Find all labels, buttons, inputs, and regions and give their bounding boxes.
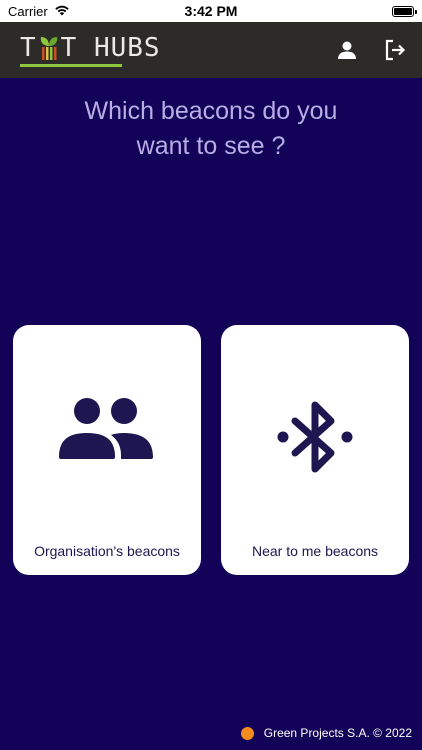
bluetooth-icon bbox=[221, 397, 409, 479]
profile-button[interactable] bbox=[334, 37, 360, 63]
page-title: Which beacons do you want to see ? bbox=[0, 94, 422, 164]
battery-icon bbox=[392, 5, 417, 17]
people-icon bbox=[13, 397, 201, 461]
near-me-beacons-label: Near to me beacons bbox=[251, 543, 379, 559]
status-dot-icon bbox=[240, 726, 254, 740]
logout-button[interactable] bbox=[382, 37, 408, 63]
status-bar: Carrier 3:42 PM bbox=[0, 0, 422, 22]
logo-text-start: T bbox=[20, 32, 37, 63]
carrier-label: Carrier bbox=[8, 3, 48, 19]
organisation-beacons-card[interactable]: Organisation's beacons bbox=[13, 325, 201, 575]
question-line-2: want to see ? bbox=[136, 132, 286, 160]
near-me-beacons-card[interactable]: Near to me beacons bbox=[221, 325, 409, 575]
logo-underline bbox=[20, 63, 122, 67]
copyright-text: Green Projects S.A. © 2022 bbox=[263, 726, 412, 740]
leaf-icon bbox=[38, 35, 60, 61]
app-header: T T HUBS bbox=[0, 22, 422, 78]
status-left: Carrier bbox=[8, 4, 70, 19]
header-actions bbox=[334, 37, 408, 63]
user-icon bbox=[338, 41, 356, 59]
logo-text-end: T HUBS bbox=[60, 32, 161, 63]
app-logo: T T HUBS bbox=[20, 34, 161, 67]
logout-icon bbox=[385, 39, 406, 61]
wifi-icon bbox=[54, 4, 70, 19]
question-line-1: Which beacons do you bbox=[84, 97, 338, 125]
footer: Green Projects S.A. © 2022 bbox=[240, 726, 412, 740]
organisation-beacons-label: Organisation's beacons bbox=[34, 543, 180, 559]
